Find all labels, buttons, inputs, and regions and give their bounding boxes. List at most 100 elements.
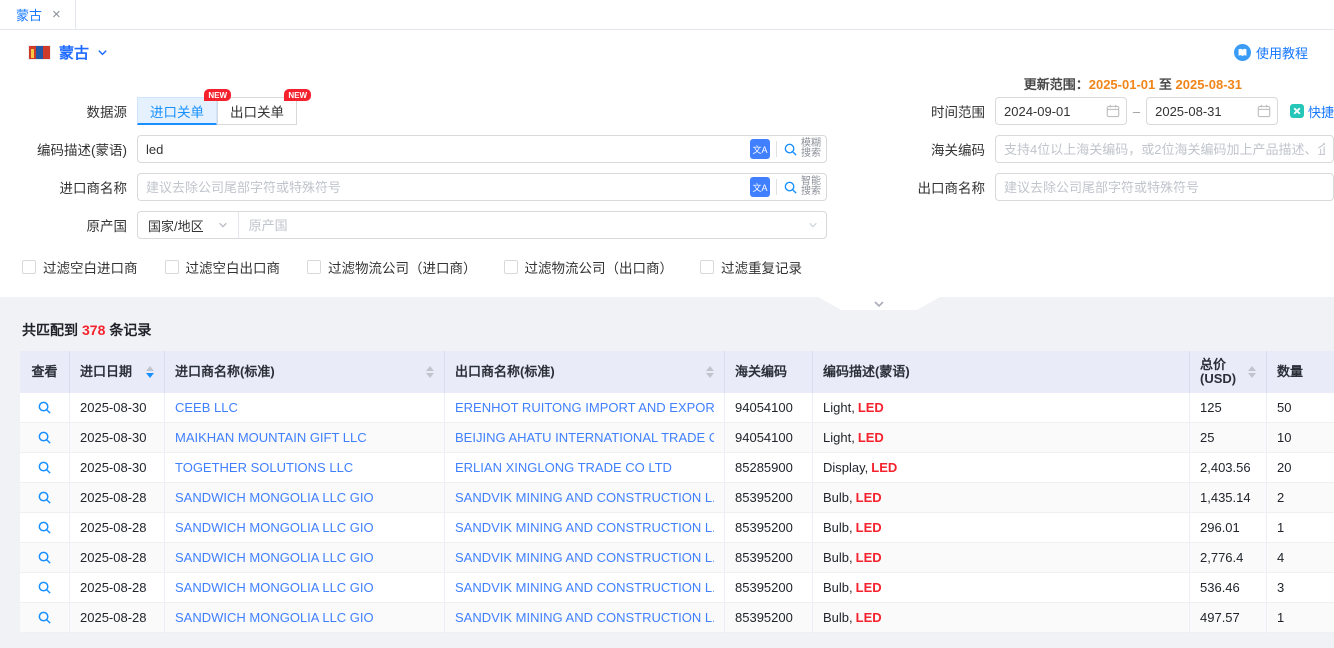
- led-highlight: LED: [856, 610, 882, 625]
- update-range-from: 2025-01-01: [1089, 77, 1156, 92]
- hs-code-cell: 85285900: [725, 453, 813, 483]
- checkbox-filter-blank-exporter[interactable]: 过滤空白出口商: [165, 257, 281, 277]
- view-record-button[interactable]: [37, 430, 52, 445]
- col-header-exporter[interactable]: 出口商名称(标准): [445, 351, 725, 393]
- total-price-cell: 25: [1190, 423, 1267, 453]
- date-separator: –: [1133, 104, 1140, 119]
- quick-select-button[interactable]: 快捷: [1290, 102, 1334, 121]
- table-row: 2025-08-30 CEEB LLC ERENHOT RUITONG IMPO…: [20, 393, 1334, 423]
- quantity-cell: 20: [1267, 453, 1334, 483]
- tutorial-label: 使用教程: [1256, 43, 1308, 62]
- led-highlight: LED: [858, 430, 884, 445]
- origin-field: 国家/地区: [137, 211, 827, 239]
- chevron-down-icon: [808, 220, 826, 230]
- start-date-field[interactable]: [995, 97, 1127, 125]
- exporter-link[interactable]: SANDVIK MINING AND CONSTRUCTION L...: [455, 610, 714, 625]
- exporter-link[interactable]: SANDVIK MINING AND CONSTRUCTION L...: [455, 520, 714, 535]
- importer-input[interactable]: [137, 173, 827, 201]
- quantity-cell: 50: [1267, 393, 1334, 423]
- exporter-link[interactable]: SANDVIK MINING AND CONSTRUCTION L...: [455, 490, 714, 505]
- total-price-cell: 125: [1190, 393, 1267, 423]
- exporter-link[interactable]: SANDVIK MINING AND CONSTRUCTION L...: [455, 580, 714, 595]
- importer-link[interactable]: SANDWICH MONGOLIA LLC GIO: [175, 520, 374, 535]
- view-record-button[interactable]: [37, 520, 52, 535]
- total-price-cell: 2,403.56: [1190, 453, 1267, 483]
- import-date-cell: 2025-08-30: [70, 393, 165, 423]
- country-name: 蒙古: [59, 42, 89, 63]
- exporter-link[interactable]: BEIJING AHATU INTERNATIONAL TRADE C...: [455, 430, 714, 445]
- description-cell: Bulb,LED: [813, 603, 1190, 633]
- checkbox-filter-blank-importer[interactable]: 过滤空白进口商: [22, 257, 138, 277]
- hs-code-input[interactable]: [995, 135, 1334, 163]
- view-cell: [20, 393, 70, 423]
- translate-icon[interactable]: 文A: [750, 177, 770, 197]
- tab-strip: 蒙古 ×: [0, 0, 1334, 30]
- importer-link[interactable]: CEEB LLC: [175, 400, 238, 415]
- importer-link[interactable]: SANDWICH MONGOLIA LLC GIO: [175, 580, 374, 595]
- exporter-input[interactable]: [995, 173, 1334, 201]
- view-record-button[interactable]: [37, 490, 52, 505]
- checkbox-filter-logistics-importer[interactable]: 过滤物流公司（进口商）: [307, 257, 477, 277]
- importer-link[interactable]: SANDWICH MONGOLIA LLC GIO: [175, 490, 374, 505]
- col-header-import-date[interactable]: 进口日期: [70, 351, 165, 393]
- update-range: 更新范围：2025-01-01 至 2025-08-31: [0, 76, 1334, 94]
- origin-type-select[interactable]: 国家/地区: [138, 212, 239, 238]
- col-header-description: 编码描述(蒙语): [813, 351, 1190, 393]
- fuzzy-search-button[interactable]: 模糊搜索: [783, 139, 821, 159]
- checkbox-filter-logistics-exporter[interactable]: 过滤物流公司（出口商）: [504, 257, 674, 277]
- col-header-total-price[interactable]: 总价 (USD): [1190, 351, 1267, 393]
- end-date-field[interactable]: [1146, 97, 1278, 125]
- search-icon: [783, 142, 798, 157]
- smart-search-button[interactable]: 智能搜索: [783, 177, 821, 197]
- exporter-link[interactable]: ERENHOT RUITONG IMPORT AND EXPORT ...: [455, 400, 714, 415]
- translate-icon[interactable]: 文A: [750, 139, 770, 159]
- data-source-label: 数据源: [0, 101, 137, 121]
- total-price-cell: 296.01: [1190, 513, 1267, 543]
- result-count: 共匹配到378条记录: [20, 297, 1334, 351]
- import-date-cell: 2025-08-30: [70, 423, 165, 453]
- mongolia-flag-icon: [28, 45, 51, 60]
- time-range-label: 时间范围: [845, 101, 995, 121]
- hs-code-cell: 85395200: [725, 513, 813, 543]
- update-range-to: 2025-08-31: [1176, 77, 1243, 92]
- exporter-link[interactable]: SANDVIK MINING AND CONSTRUCTION L...: [455, 550, 714, 565]
- origin-label: 原产国: [0, 215, 137, 235]
- divider: [776, 141, 777, 157]
- checkbox-filter-duplicates[interactable]: 过滤重复记录: [700, 257, 802, 277]
- sort-icon[interactable]: [140, 366, 154, 378]
- view-cell: [20, 513, 70, 543]
- form-row-1: 数据源 进口关单 NEW 出口关单 NEW 时间范围: [0, 97, 1334, 125]
- tab-export-declarations[interactable]: 出口关单 NEW: [217, 97, 297, 125]
- tab-import-declarations[interactable]: 进口关单 NEW: [137, 97, 217, 125]
- sort-icon[interactable]: [1242, 366, 1256, 378]
- new-badge: NEW: [204, 89, 231, 101]
- view-record-button[interactable]: [37, 460, 52, 475]
- exporter-label: 出口商名称: [845, 177, 995, 197]
- view-record-button[interactable]: [37, 580, 52, 595]
- country-selector[interactable]: 蒙古: [28, 42, 108, 63]
- description-cell: Bulb,LED: [813, 483, 1190, 513]
- led-highlight: LED: [856, 580, 882, 595]
- tutorial-link[interactable]: 使用教程: [1234, 43, 1308, 62]
- import-date-cell: 2025-08-28: [70, 483, 165, 513]
- importer-link[interactable]: SANDWICH MONGOLIA LLC GIO: [175, 550, 374, 565]
- importer-link[interactable]: SANDWICH MONGOLIA LLC GIO: [175, 610, 374, 625]
- col-header-importer[interactable]: 进口商名称(标准): [165, 351, 445, 393]
- sort-icon[interactable]: [420, 366, 434, 378]
- importer-link[interactable]: MAIKHAN MOUNTAIN GIFT LLC: [175, 430, 367, 445]
- view-record-button[interactable]: [37, 610, 52, 625]
- col-header-hs-code: 海关编码: [725, 351, 813, 393]
- exporter-link[interactable]: ERLIAN XINGLONG TRADE CO LTD: [455, 460, 672, 475]
- view-cell: [20, 573, 70, 603]
- close-icon[interactable]: ×: [52, 7, 61, 22]
- view-record-button[interactable]: [37, 550, 52, 565]
- sort-icon[interactable]: [700, 366, 714, 378]
- page-tab-mongolia[interactable]: 蒙古 ×: [0, 0, 76, 29]
- origin-input[interactable]: [239, 218, 808, 233]
- description-cell: Light,LED: [813, 423, 1190, 453]
- code-desc-input[interactable]: [137, 135, 827, 163]
- importer-link[interactable]: TOGETHER SOLUTIONS LLC: [175, 460, 353, 475]
- view-record-button[interactable]: [37, 400, 52, 415]
- quantity-cell: 1: [1267, 513, 1334, 543]
- hs-code-cell: 94054100: [725, 423, 813, 453]
